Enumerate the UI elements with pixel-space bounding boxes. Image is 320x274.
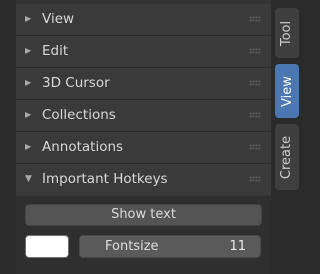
show-text-button[interactable]: Show text <box>25 204 262 226</box>
tab-tool[interactable]: Tool <box>275 8 299 58</box>
panel-header-3d-cursor[interactable]: ▶ 3D Cursor <box>16 68 271 99</box>
drag-grip-icon[interactable] <box>249 48 261 54</box>
tab-create[interactable]: Create <box>275 124 299 190</box>
fontsize-label: Fontsize <box>105 239 159 254</box>
panel-header-label: 3D Cursor <box>42 75 110 91</box>
triangle-right-icon: ▶ <box>25 142 32 151</box>
drag-grip-icon[interactable] <box>249 144 261 150</box>
triangle-right-icon: ▶ <box>25 14 32 23</box>
panel-header-label: Important Hotkeys <box>42 171 168 187</box>
sidebar-tabs: Tool View Create <box>271 0 303 274</box>
tab-label: View <box>279 75 295 107</box>
panel-header-label: Collections <box>42 107 116 123</box>
panel-header-label: View <box>42 11 75 27</box>
drag-grip-icon[interactable] <box>249 16 261 22</box>
tab-view[interactable]: View <box>275 64 299 118</box>
tab-label: Tool <box>279 20 295 46</box>
drag-grip-icon[interactable] <box>249 112 261 118</box>
panel-header-label: Edit <box>42 43 69 59</box>
sidebar-panel: ▶ View ▶ Edit ▶ 3D Cursor ▶ Collections … <box>16 0 271 274</box>
text-color-swatch[interactable] <box>25 235 69 258</box>
triangle-right-icon: ▶ <box>25 78 32 87</box>
panel-header-edit[interactable]: ▶ Edit <box>16 36 271 67</box>
fontsize-value: 11 <box>229 239 246 254</box>
drag-grip-icon[interactable] <box>249 80 261 86</box>
tab-label: Create <box>279 135 295 179</box>
panel-header-important-hotkeys[interactable]: ▼ Important Hotkeys <box>16 164 271 195</box>
triangle-down-icon: ▼ <box>25 174 32 184</box>
triangle-right-icon: ▶ <box>25 110 32 119</box>
fontsize-field[interactable]: Fontsize 11 <box>79 235 261 258</box>
triangle-right-icon: ▶ <box>25 46 32 55</box>
panel-header-view[interactable]: ▶ View <box>16 4 271 35</box>
panel-header-collections[interactable]: ▶ Collections <box>16 100 271 131</box>
drag-grip-icon[interactable] <box>249 176 261 182</box>
panel-header-label: Annotations <box>42 139 124 155</box>
panel-header-annotations[interactable]: ▶ Annotations <box>16 132 271 163</box>
